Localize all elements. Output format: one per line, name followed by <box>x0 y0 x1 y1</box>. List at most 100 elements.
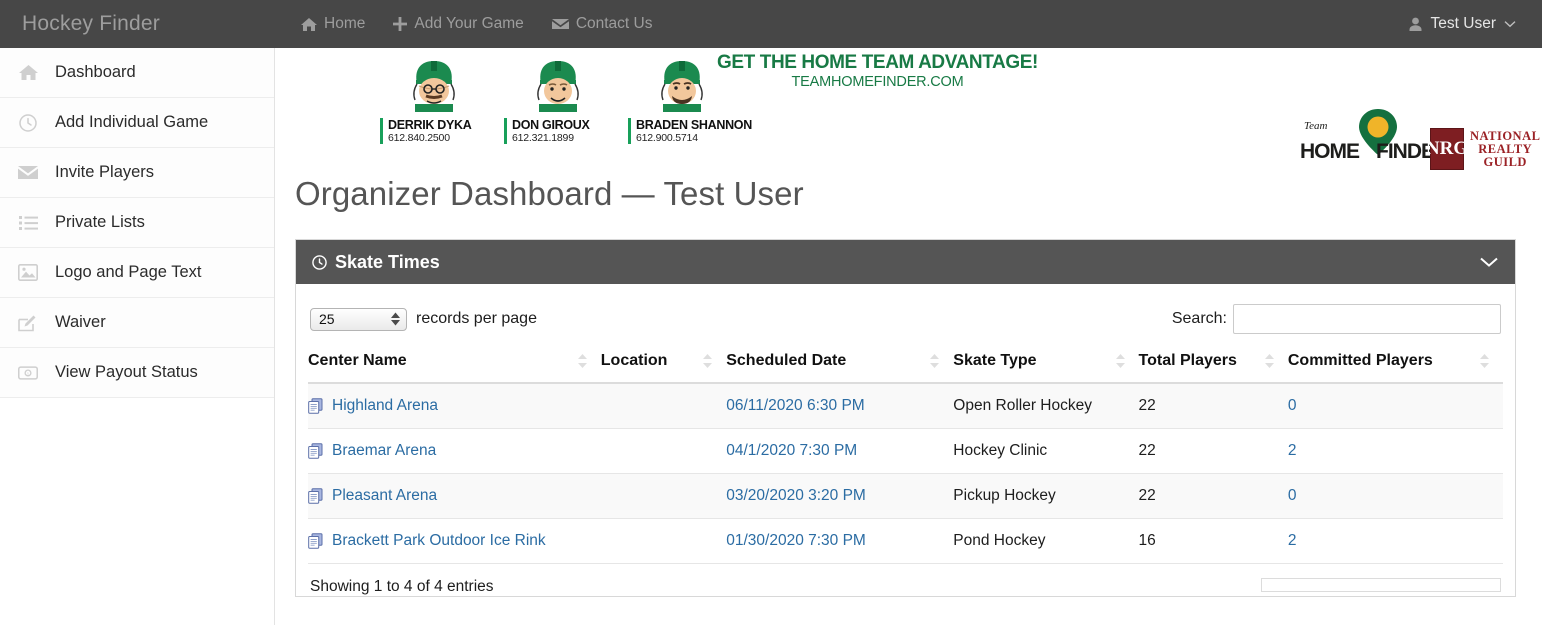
cell-location <box>601 429 726 474</box>
chevron-down-icon[interactable] <box>1479 256 1499 268</box>
column-header-label: Center Name <box>308 352 407 370</box>
column-header-skate-type[interactable]: Skate Type <box>953 340 1138 383</box>
nav-link-home[interactable]: Home <box>301 15 365 33</box>
user-menu[interactable]: Test User <box>1408 15 1516 33</box>
cell-location <box>601 474 726 519</box>
cell-committed-players: 2 <box>1288 429 1503 474</box>
homefinder-word-home: HOME <box>1300 140 1359 164</box>
sidebar-item-label: Dashboard <box>55 63 136 82</box>
center-name-link[interactable]: Brackett Park Outdoor Ice Rink <box>332 532 546 550</box>
sidebar-item-label: Invite Players <box>55 163 154 182</box>
copy-pages-icon[interactable] <box>308 533 323 549</box>
national-realty-guild-logo: NRG NATIONAL REALTY GUILD <box>1430 128 1540 170</box>
agent-info: DON GIROUX 612.321.1899 <box>504 118 612 144</box>
committed-players-link[interactable]: 0 <box>1288 397 1297 414</box>
agent-name: BRADEN SHANNON <box>636 118 736 132</box>
panel-header[interactable]: Skate Times <box>296 240 1515 284</box>
cell-skate-type: Hockey Clinic <box>953 429 1138 474</box>
user-icon <box>1408 17 1423 32</box>
search-input[interactable] <box>1233 304 1501 334</box>
scheduled-date-link[interactable]: 01/30/2020 7:30 PM <box>726 532 866 549</box>
scheduled-date-link[interactable]: 06/11/2020 6:30 PM <box>726 397 864 414</box>
column-header-committed-players[interactable]: Committed Players <box>1288 340 1503 383</box>
agent-phone: 612.321.1899 <box>512 132 612 144</box>
sort-icon <box>1116 354 1125 368</box>
pagination[interactable] <box>1261 578 1501 592</box>
envelope-icon <box>18 165 38 180</box>
page-length-control: 10 25 50 100 records per page <box>310 308 537 331</box>
column-header-label: Scheduled Date <box>726 352 846 370</box>
nrg-line-2: REALTY <box>1470 143 1540 156</box>
column-header-scheduled-date[interactable]: Scheduled Date <box>726 340 953 383</box>
cell-scheduled-date: 04/1/2020 7:30 PM <box>726 429 953 474</box>
top-navbar: Hockey Finder Home Add Your Game Contact… <box>0 0 1542 48</box>
cell-committed-players: 0 <box>1288 383 1503 429</box>
cell-total-players: 16 <box>1139 519 1288 564</box>
brand-title[interactable]: Hockey Finder <box>0 12 275 36</box>
committed-players-link[interactable]: 2 <box>1288 442 1297 459</box>
cell-skate-type: Pond Hockey <box>953 519 1138 564</box>
page-length-select[interactable]: 10 25 50 100 <box>310 308 407 331</box>
copy-pages-icon[interactable] <box>308 398 323 414</box>
column-header-label: Committed Players <box>1288 352 1433 370</box>
column-header-location[interactable]: Location <box>601 340 726 383</box>
center-name-link[interactable]: Braemar Arena <box>332 442 436 460</box>
column-header-center-name[interactable]: Center Name <box>308 340 601 383</box>
main-content: DERRIK DYKA 612.840.2500 <box>275 48 1542 625</box>
money-icon: 1 <box>18 366 38 380</box>
table-body: Highland Arena 06/11/2020 6:30 PM Open R… <box>308 383 1503 564</box>
cell-location <box>601 519 726 564</box>
sidebar-item-dashboard[interactable]: Dashboard <box>0 48 274 98</box>
column-header-label: Skate Type <box>953 352 1036 370</box>
committed-players-link[interactable]: 2 <box>1288 532 1297 549</box>
panel-body: 10 25 50 100 records per page Search: <box>296 284 1515 596</box>
center-name-link[interactable]: Highland Arena <box>332 397 438 415</box>
agent-card: DERRIK DYKA 612.840.2500 <box>380 54 488 144</box>
sidebar-item-private-lists[interactable]: Private Lists <box>0 198 274 248</box>
copy-pages-icon[interactable] <box>308 443 323 459</box>
sort-icon <box>930 354 939 368</box>
center-name-link[interactable]: Pleasant Arena <box>332 487 437 505</box>
list-icon <box>18 216 38 230</box>
banner-slogan: GET THE HOME TEAM ADVANTAGE! TEAMHOMEFIN… <box>705 52 1050 90</box>
realestate-line-1: Derrik Dyka - Don Giroux <box>1533 103 1542 119</box>
sidebar-item-invite-players[interactable]: Invite Players <box>0 148 274 198</box>
skate-times-table: Center Name Location <box>308 340 1503 564</box>
sidebar-item-waiver[interactable]: Waiver <box>0 298 274 348</box>
clock-icon <box>18 114 38 132</box>
scheduled-date-link[interactable]: 04/1/2020 7:30 PM <box>726 442 857 459</box>
slogan-line-1: GET THE HOME TEAM ADVANTAGE! <box>705 52 1050 74</box>
table-footer: Showing 1 to 4 of 4 entries <box>308 564 1503 596</box>
sidebar-item-logo-and-page-text[interactable]: Logo and Page Text <box>0 248 274 298</box>
table-header-row: Center Name Location <box>308 340 1503 383</box>
column-header-total-players[interactable]: Total Players <box>1139 340 1288 383</box>
cell-center-name: Braemar Arena <box>308 429 601 474</box>
copy-pages-icon[interactable] <box>308 488 323 504</box>
column-header-label: Total Players <box>1139 352 1237 370</box>
nav-link-add-your-game[interactable]: Add Your Game <box>393 15 523 33</box>
cell-total-players: 22 <box>1139 474 1288 519</box>
sidebar-item-view-payout-status[interactable]: 1 View Payout Status <box>0 348 274 398</box>
nav-link-contact-us[interactable]: Contact Us <box>552 15 653 33</box>
table-row: Braemar Arena 04/1/2020 7:30 PM Hockey C… <box>308 429 1503 474</box>
sort-icon <box>1265 354 1274 368</box>
cell-committed-players: 2 <box>1288 519 1503 564</box>
committed-players-link[interactable]: 0 <box>1288 487 1297 504</box>
panel-title: Skate Times <box>335 252 440 273</box>
cell-location <box>601 383 726 429</box>
cell-center-name: Highland Arena <box>308 383 601 429</box>
agent-list: DERRIK DYKA 612.840.2500 <box>380 54 736 144</box>
nrg-wordmark: NATIONAL REALTY GUILD <box>1470 130 1540 169</box>
agent-avatar <box>380 54 488 116</box>
home-icon <box>18 64 38 81</box>
sidebar-item-label: Add Individual Game <box>55 113 208 132</box>
sidebar-item-add-individual-game[interactable]: Add Individual Game <box>0 98 274 148</box>
table-row: Highland Arena 06/11/2020 6:30 PM Open R… <box>308 383 1503 429</box>
twin-cities-real-estate-block: Derrik Dyka - Don Giroux Twin Cities Rea… <box>1533 103 1542 193</box>
table-head: Center Name Location <box>308 340 1503 383</box>
agent-card: DON GIROUX 612.321.1899 <box>504 54 612 144</box>
agent-avatar <box>504 54 612 116</box>
cell-scheduled-date: 01/30/2020 7:30 PM <box>726 519 953 564</box>
plus-icon <box>393 17 407 31</box>
scheduled-date-link[interactable]: 03/20/2020 3:20 PM <box>726 487 866 504</box>
